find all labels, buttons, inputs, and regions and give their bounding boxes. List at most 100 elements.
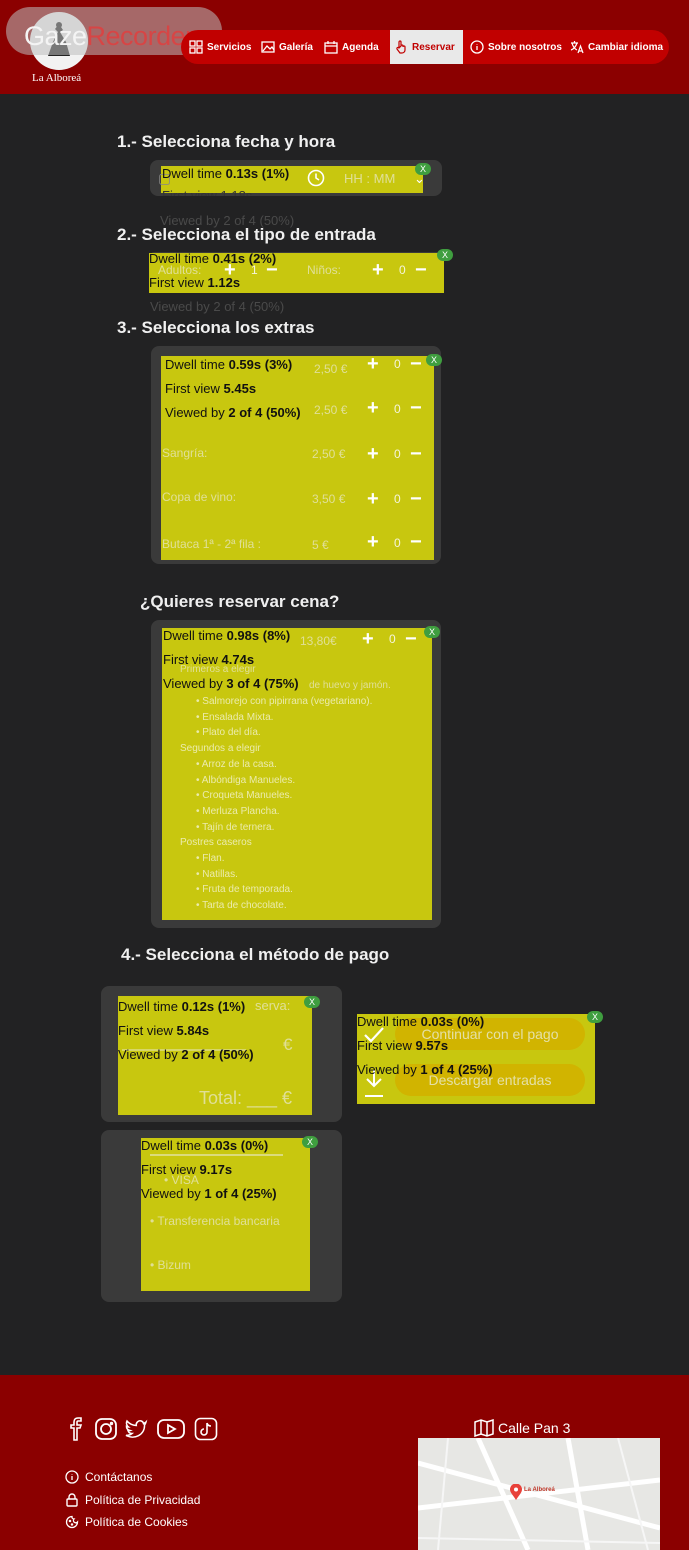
overlay-close-button[interactable]: X <box>415 163 431 175</box>
address: Calle Pan 3 <box>474 1419 570 1437</box>
site-header: La Alboreá GazeRecorder Servicios Galerí… <box>0 0 689 94</box>
total-label: Total: ___ € <box>199 1088 293 1108</box>
menu-item: Croqueta Manueles. <box>196 788 372 804</box>
section-title-payment: 4.- Selecciona el método de pago <box>121 945 390 964</box>
hand-pointer-icon <box>396 40 406 54</box>
extra-count: 0 <box>394 536 401 550</box>
section-title-ticket-type: 2.- Selecciona el tipo de entrada <box>117 225 376 244</box>
facebook-icon[interactable] <box>64 1417 88 1441</box>
dinner-plus-button[interactable]: + <box>362 629 374 649</box>
menu-item-partial: de huevo y jamón. <box>309 680 391 691</box>
payment-method-transfer[interactable]: • Transferencia bancaria <box>150 1214 280 1228</box>
menu-item: Flan. <box>196 851 372 867</box>
menu-item: Albóndiga Manueles. <box>196 773 372 789</box>
nav-label: Cambiar idioma <box>588 41 664 53</box>
overlay-viewed-by: Viewed by 2 of 4 (50%) <box>118 1047 254 1062</box>
overlay-close-button[interactable]: X <box>437 249 453 261</box>
map-pin-icon <box>510 1484 522 1500</box>
menu-item: Ensalada Mixta. <box>196 710 372 726</box>
overlay-close-button[interactable]: X <box>426 354 442 366</box>
footer-link-privacy[interactable]: Política de Privacidad <box>65 1493 200 1507</box>
payment-method-bizum[interactable]: • Bizum <box>150 1258 191 1272</box>
nav-label: Servicios <box>207 41 252 53</box>
nav-servicios[interactable]: Servicios <box>189 30 251 64</box>
overlay-close-button[interactable]: X <box>424 626 440 638</box>
nav-galeria[interactable]: Galería <box>261 30 313 64</box>
overlay-first-view: First view 5.84s <box>118 1023 210 1038</box>
extra-minus-button[interactable]: − <box>410 398 422 418</box>
tiktok-icon[interactable] <box>194 1417 218 1441</box>
overlay-viewed-by: Viewed by 2 of 4 (50%) <box>165 405 301 420</box>
menu-item: Natillas. <box>196 867 372 883</box>
extra-plus-button[interactable]: + <box>367 532 379 552</box>
cookie-icon <box>65 1515 79 1529</box>
footer-link-cookies[interactable]: Política de Cookies <box>65 1515 188 1529</box>
extra-label: Butaca 1ª - 2ª fila : <box>162 537 261 551</box>
social-links <box>64 1417 218 1441</box>
kids-minus-button[interactable]: − <box>415 260 427 280</box>
footer-link-label: Política de Cookies <box>85 1515 188 1529</box>
youtube-icon[interactable] <box>154 1417 188 1441</box>
dinner-menu-list: Salmorejo con pipirrana (vegetariano). E… <box>180 694 372 914</box>
menu-item: Salmorejo con pipirrana (vegetariano). <box>196 694 372 710</box>
overlay-viewed-by: Viewed by 1 of 4 (25%) <box>357 1062 493 1077</box>
extra-minus-button[interactable]: − <box>410 444 422 464</box>
overlay-dwell: Dwell time 0.12s (1%) <box>118 999 246 1014</box>
nav-label: Agenda <box>342 41 379 53</box>
gaze-name-a: Gaze <box>24 21 87 51</box>
nav-reservar[interactable]: Reservar <box>390 30 463 64</box>
overlay-dwell: Dwell time 0.41s (2%) <box>149 251 277 266</box>
instagram-icon[interactable] <box>94 1417 118 1441</box>
nav-sobre-nosotros[interactable]: Sobre nosotros <box>470 30 562 64</box>
kids-label: Niños: <box>307 263 342 277</box>
dinner-minus-button[interactable]: − <box>405 629 417 649</box>
extra-label: Copa de vino: <box>162 490 237 504</box>
extra-minus-button[interactable]: − <box>410 532 422 552</box>
overlay-close-button[interactable]: X <box>587 1011 603 1023</box>
calendar-icon <box>324 41 338 54</box>
extra-count: 0 <box>394 447 401 461</box>
extra-label: Sangría: <box>162 446 208 460</box>
overlay-close-button[interactable]: X <box>302 1136 318 1148</box>
kids-plus-button[interactable]: + <box>372 260 384 280</box>
overlay-dwell: Dwell time 0.59s (3%) <box>165 357 293 372</box>
extra-count: 0 <box>394 402 401 416</box>
extra-minus-button[interactable]: − <box>410 354 422 374</box>
footer-link-contact[interactable]: Contáctanos <box>65 1470 152 1484</box>
extra-count: 0 <box>394 357 401 371</box>
nav-label: Reservar <box>412 41 455 53</box>
time-input[interactable]: HH : MM <box>344 171 395 186</box>
overlay-close-button[interactable]: X <box>304 996 320 1008</box>
menu-item: Tajín de ternera. <box>196 820 372 836</box>
extra-price: 2,50 € <box>314 362 348 376</box>
extra-price: 2,50 € <box>312 447 346 461</box>
footer-link-label: Política de Privacidad <box>85 1493 201 1507</box>
address-text: Calle Pan 3 <box>498 1420 571 1436</box>
location-map[interactable]: La Alboreá <box>418 1438 660 1550</box>
main-nav: Servicios Galería Agenda Reservar Sobre … <box>181 30 669 64</box>
overlay-first-view: First view 4.74s <box>163 652 255 667</box>
overlay-dwell: Dwell time 0.13s (1%) <box>162 166 290 181</box>
info-icon <box>470 40 484 54</box>
overlay-viewed-by: Viewed by 1 of 4 (25%) <box>141 1186 277 1201</box>
overlay-dwell: Dwell time 0.03s (0%) <box>357 1014 485 1029</box>
clock-icon <box>307 169 325 187</box>
extra-count: 0 <box>394 492 401 506</box>
extra-price: 3,50 € <box>312 492 346 506</box>
twitter-icon[interactable] <box>124 1417 148 1441</box>
info-icon <box>65 1470 79 1484</box>
nav-cambiar-idioma[interactable]: Cambiar idioma <box>570 30 663 64</box>
extra-plus-button[interactable]: + <box>367 489 379 509</box>
dinner-price: 13,80€ <box>300 634 337 648</box>
extra-plus-button[interactable]: + <box>367 354 379 374</box>
extra-plus-button[interactable]: + <box>367 398 379 418</box>
section-title-datetime: 1.- Selecciona fecha y hora <box>117 132 336 151</box>
nav-agenda[interactable]: Agenda <box>324 30 379 64</box>
extra-price: 5 € <box>312 538 329 552</box>
extra-minus-button[interactable]: − <box>410 489 422 509</box>
extra-plus-button[interactable]: + <box>367 444 379 464</box>
overlay-first-view: First view 9.17s <box>141 1162 233 1177</box>
nav-label: Sobre nosotros <box>488 41 562 53</box>
dinner-count: 0 <box>389 632 396 646</box>
summary-partial: serva: <box>255 998 291 1013</box>
